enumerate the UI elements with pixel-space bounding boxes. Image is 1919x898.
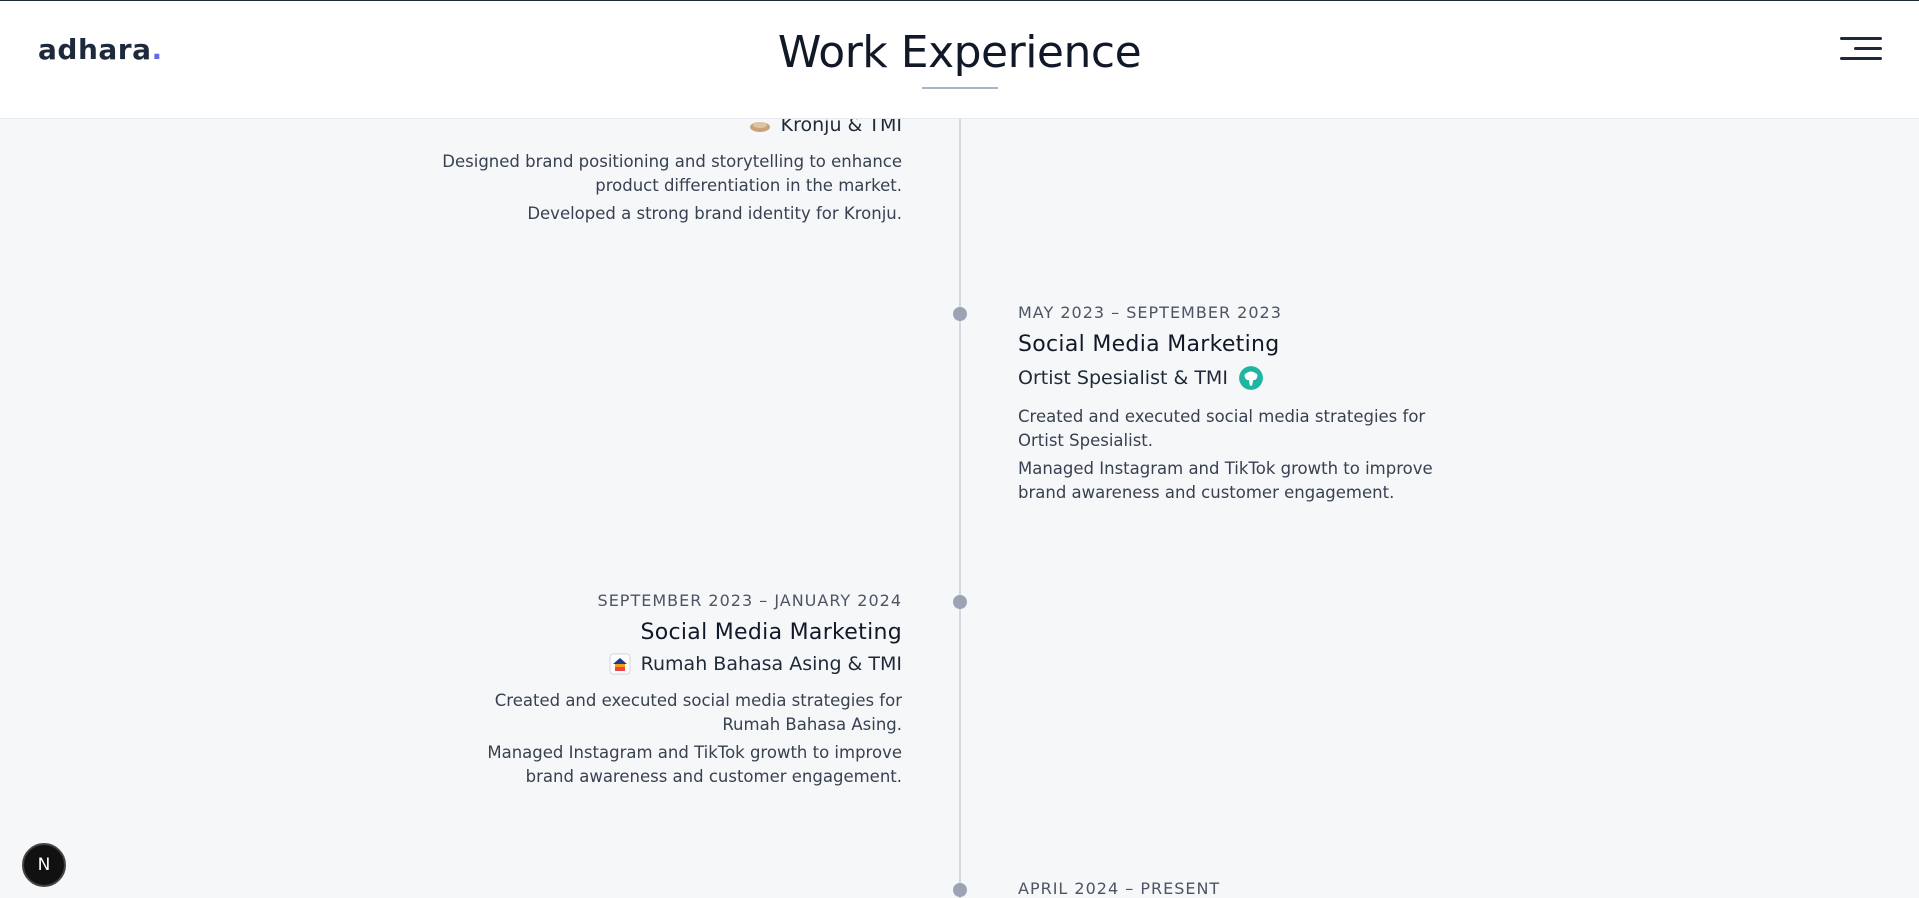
entry-role: Social Media Marketing [640, 620, 902, 645]
timeline-entry-rumah-bahasa: SEPTEMBER 2023 – JANUARY 2024 Social Med… [442, 591, 902, 793]
timeline-dot [953, 595, 967, 609]
company-name: Ortist Spesialist & TMI [1018, 367, 1228, 389]
nextjs-dev-badge[interactable]: N [22, 843, 66, 887]
company-name: Rumah Bahasa Asing & TMI [640, 653, 902, 675]
badge-label: N [37, 855, 51, 875]
timeline-dot [953, 307, 967, 321]
entry-date: APRIL 2024 – PRESENT [1018, 879, 1221, 898]
description-line: Created and executed social media strate… [1018, 407, 1426, 450]
entry-date: MAY 2023 – SEPTEMBER 2023 [1018, 303, 1282, 322]
company-line: Rumah Bahasa Asing & TMI [442, 653, 902, 675]
entry-description: Created and executed social media strate… [1018, 405, 1458, 505]
description-line: Managed Instagram and TikTok growth to i… [487, 743, 902, 786]
entry-role: Social Media Marketing [1018, 332, 1280, 357]
timeline-dot [953, 883, 967, 897]
entry-date: SEPTEMBER 2023 – JANUARY 2024 [597, 591, 902, 610]
timeline-entry-current: APRIL 2024 – PRESENT [1018, 879, 1458, 898]
site-header: adhara. Work Experience [0, 1, 1919, 119]
timeline-entry-ortist: MAY 2023 – SEPTEMBER 2023 Social Media M… [1018, 303, 1458, 509]
description-line: Designed brand positioning and storytell… [442, 152, 902, 195]
description-line: Created and executed social media strate… [494, 691, 902, 734]
rumah-bahasa-logo-icon [609, 653, 631, 675]
description-line: Managed Instagram and TikTok growth to i… [1018, 459, 1433, 502]
hamburger-menu-icon[interactable] [1840, 35, 1882, 63]
entry-description: Designed brand positioning and storytell… [442, 150, 902, 226]
timeline-line [959, 118, 961, 898]
description-line: Developed a strong brand identity for Kr… [527, 204, 902, 223]
entry-description: Created and executed social media strate… [442, 689, 902, 789]
timeline-entry-kronju: Kronju & TMI Designed brand positioning … [442, 106, 902, 230]
ortist-logo-icon [1239, 366, 1263, 390]
title-underline [922, 87, 998, 89]
page-title: Work Experience [777, 27, 1142, 78]
company-line: Ortist Spesialist & TMI [1018, 365, 1458, 391]
